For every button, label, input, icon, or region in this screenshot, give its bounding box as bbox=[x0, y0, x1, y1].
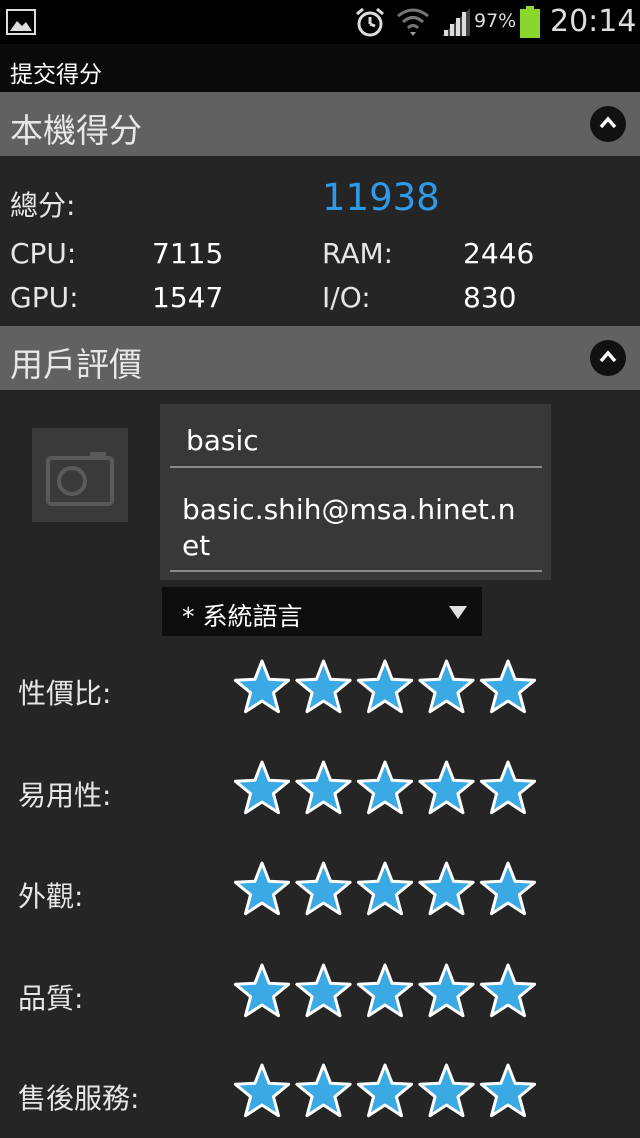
star-filled-icon[interactable] bbox=[479, 760, 537, 815]
star-filled-icon[interactable] bbox=[479, 1063, 537, 1118]
rating-stars-usability[interactable] bbox=[233, 759, 538, 817]
star-filled-icon[interactable] bbox=[233, 861, 291, 916]
star-rating-icons bbox=[233, 963, 537, 1018]
rating-label-quality: 品質: bbox=[18, 982, 84, 1015]
star-filled-icon[interactable] bbox=[295, 963, 352, 1018]
star-filled-icon[interactable] bbox=[233, 760, 291, 815]
star-filled-icon[interactable] bbox=[233, 659, 291, 714]
total-score-label: 總分: bbox=[10, 189, 76, 222]
signal-icon bbox=[442, 8, 470, 36]
rating-stars-after-sales[interactable] bbox=[233, 1062, 538, 1120]
star-filled-icon[interactable] bbox=[356, 1063, 414, 1118]
gpu-label: GPU: bbox=[10, 281, 79, 314]
user-review-title: 用戶評價 bbox=[10, 345, 142, 384]
chevron-up-icon bbox=[599, 116, 617, 129]
page-title: 提交得分 bbox=[10, 62, 102, 88]
star-filled-icon[interactable] bbox=[295, 760, 352, 815]
star-filled-icon[interactable] bbox=[479, 861, 537, 916]
collapse-device-score-button[interactable] bbox=[590, 106, 626, 142]
user-review-header[interactable]: 用戶評價 bbox=[0, 326, 640, 390]
camera-icon bbox=[46, 452, 114, 506]
star-filled-icon[interactable] bbox=[418, 963, 475, 1018]
device-score-header[interactable]: 本機得分 bbox=[0, 92, 640, 156]
star-filled-icon[interactable] bbox=[233, 963, 291, 1018]
star-rating-icons bbox=[233, 659, 537, 714]
star-filled-icon[interactable] bbox=[356, 861, 414, 916]
io-value: 830 bbox=[463, 281, 517, 314]
user-info-panel: basic basic.shih@msa.hinet.net bbox=[160, 404, 551, 580]
star-filled-icon[interactable] bbox=[418, 861, 475, 916]
rating-stars-quality[interactable] bbox=[233, 962, 538, 1020]
dropdown-triangle-icon bbox=[449, 606, 467, 619]
star-filled-icon[interactable] bbox=[479, 963, 537, 1018]
language-dropdown[interactable]: * 系統語言 bbox=[162, 587, 482, 636]
avatar-photo-button[interactable] bbox=[32, 428, 128, 522]
rating-stars-appearance[interactable] bbox=[233, 860, 538, 918]
rating-label-after-sales: 售後服務: bbox=[18, 1082, 140, 1115]
email-field[interactable]: basic.shih@msa.hinet.net bbox=[170, 490, 542, 572]
language-selected: * 系統語言 bbox=[182, 602, 303, 631]
star-filled-icon[interactable] bbox=[479, 659, 537, 714]
name-field[interactable]: basic bbox=[170, 420, 542, 468]
battery-percent: 97% bbox=[474, 10, 517, 32]
star-filled-icon[interactable] bbox=[295, 1063, 352, 1118]
rating-stars-value[interactable] bbox=[233, 658, 538, 716]
rating-label-value: 性價比: bbox=[18, 677, 112, 710]
battery-icon bbox=[520, 6, 540, 38]
star-filled-icon[interactable] bbox=[295, 861, 352, 916]
star-filled-icon[interactable] bbox=[295, 659, 352, 714]
star-filled-icon[interactable] bbox=[356, 760, 414, 815]
rating-label-usability: 易用性: bbox=[18, 779, 112, 812]
star-filled-icon[interactable] bbox=[418, 659, 475, 714]
rating-label-appearance: 外觀: bbox=[18, 880, 84, 913]
collapse-user-review-button[interactable] bbox=[590, 340, 626, 376]
alarm-icon bbox=[356, 7, 384, 37]
star-rating-icons bbox=[233, 1063, 537, 1118]
total-score-value: 11938 bbox=[322, 176, 440, 219]
cpu-value: 7115 bbox=[152, 237, 224, 270]
star-rating-icons bbox=[233, 861, 537, 916]
device-score-title: 本機得分 bbox=[10, 111, 142, 150]
ram-value: 2446 bbox=[463, 237, 535, 270]
star-filled-icon[interactable] bbox=[418, 1063, 475, 1118]
gpu-value: 1547 bbox=[152, 281, 224, 314]
status-time: 20:14 bbox=[550, 4, 637, 39]
status-bar: 97% 20:14 bbox=[0, 0, 640, 44]
ram-label: RAM: bbox=[322, 237, 394, 270]
star-filled-icon[interactable] bbox=[233, 1063, 291, 1118]
chevron-up-icon bbox=[599, 350, 617, 363]
io-label: I/O: bbox=[322, 281, 371, 314]
wifi-icon bbox=[397, 8, 429, 36]
cpu-label: CPU: bbox=[10, 237, 77, 270]
title-bar: 提交得分 bbox=[0, 44, 640, 92]
gallery-icon bbox=[6, 9, 36, 35]
star-rating-icons bbox=[233, 760, 537, 815]
star-filled-icon[interactable] bbox=[418, 760, 475, 815]
star-filled-icon[interactable] bbox=[356, 963, 414, 1018]
star-filled-icon[interactable] bbox=[356, 659, 414, 714]
